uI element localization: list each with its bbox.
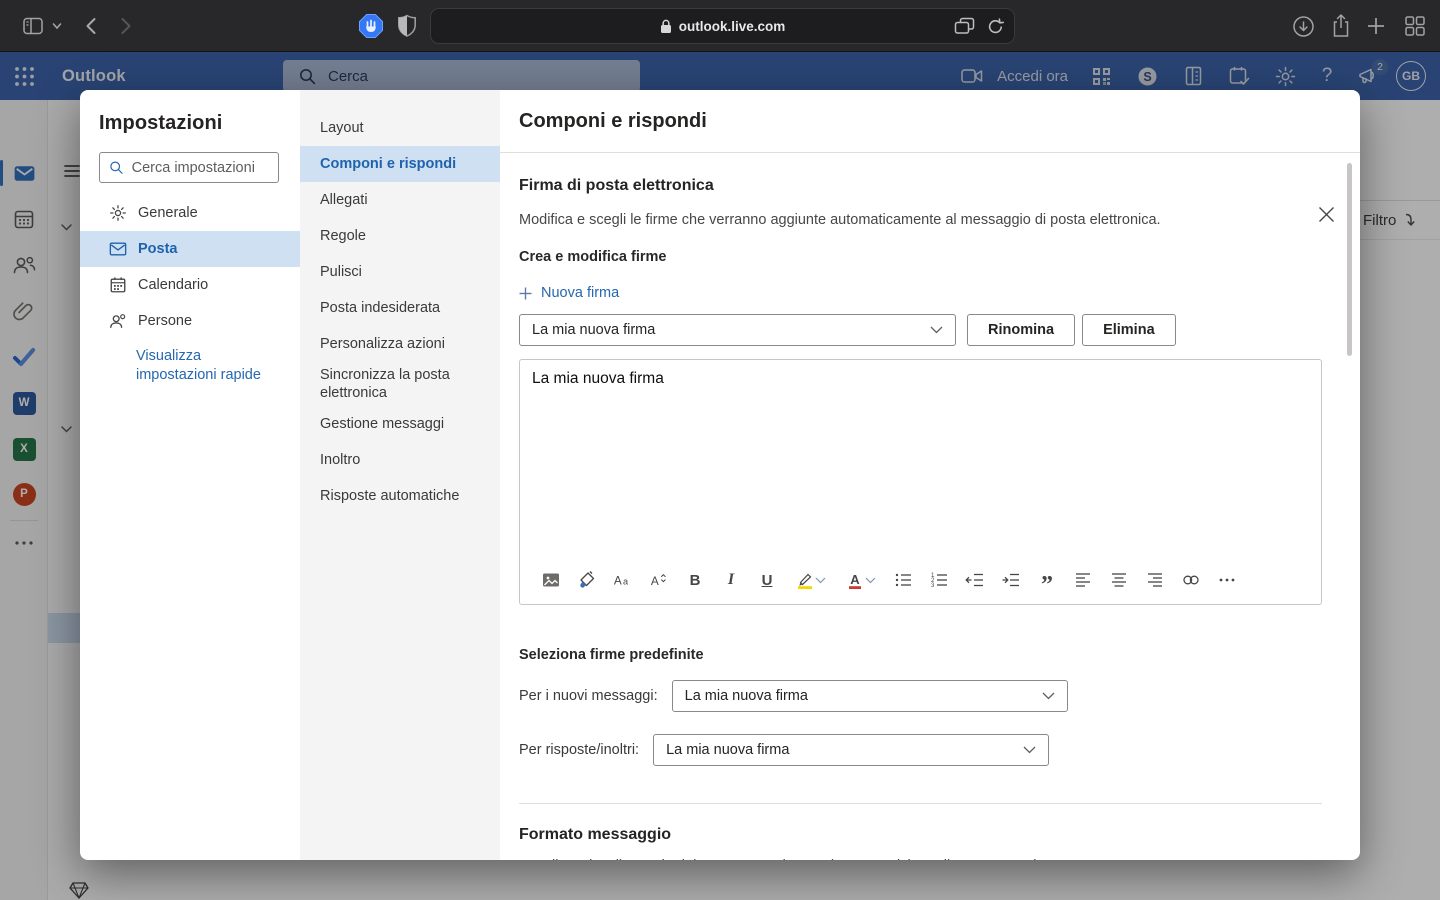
chevron-down-icon[interactable] bbox=[815, 577, 826, 584]
insert-image-icon[interactable] bbox=[541, 568, 561, 592]
gear-icon bbox=[109, 204, 127, 222]
category-allegati[interactable]: Allegati bbox=[300, 182, 500, 218]
url-text: outlook.live.com bbox=[679, 19, 786, 34]
quote-icon[interactable]: ” bbox=[1037, 568, 1057, 592]
settings-search-input[interactable] bbox=[132, 160, 270, 176]
category-pulisci[interactable]: Pulisci bbox=[300, 254, 500, 290]
message-format-heading: Formato messaggio bbox=[519, 826, 1322, 844]
replies-label: Per risposte/inoltri: bbox=[519, 742, 639, 758]
category-personalizza-azioni[interactable]: Personalizza azioni bbox=[300, 326, 500, 362]
signature-description: Modifica e scegli le firme che verranno … bbox=[519, 212, 1322, 228]
svg-text:A: A bbox=[614, 574, 622, 588]
delete-button[interactable]: Elimina bbox=[1082, 314, 1176, 346]
category-posta-indesiderata[interactable]: Posta indesiderata bbox=[300, 290, 500, 326]
new-signature-button[interactable]: Nuova firma bbox=[519, 285, 1322, 301]
pane-title: Componi e rispondi bbox=[519, 110, 707, 133]
settings-search[interactable] bbox=[99, 152, 279, 183]
category-componi-e-rispondi[interactable]: Componi e rispondi bbox=[300, 146, 500, 182]
signature-editor-text: La mia nuova firma bbox=[532, 370, 664, 388]
content-blocker-icon[interactable] bbox=[358, 13, 384, 39]
rename-button[interactable]: Rinomina bbox=[967, 314, 1075, 346]
italic-icon[interactable]: I bbox=[721, 568, 741, 592]
decrease-indent-icon[interactable] bbox=[965, 568, 985, 592]
category-inoltro[interactable]: Inoltro bbox=[300, 442, 500, 478]
plus-icon bbox=[519, 287, 532, 300]
mail-icon bbox=[109, 240, 127, 258]
sidebar-item-posta[interactable]: Posta bbox=[80, 231, 300, 267]
sidebar-item-calendario[interactable]: Calendario bbox=[80, 267, 300, 303]
browser-chrome: outlook.live.com bbox=[0, 0, 1440, 52]
format-painter-icon[interactable] bbox=[577, 568, 597, 592]
font-color-icon[interactable]: A bbox=[843, 568, 877, 592]
bulleted-list-icon[interactable] bbox=[893, 568, 913, 592]
font-size-icon[interactable]: A bbox=[649, 568, 669, 592]
message-format-description: Scegli se visualizzare le righe Da e Ccn… bbox=[519, 858, 1322, 860]
chevron-down-icon bbox=[930, 326, 943, 334]
align-right-icon[interactable] bbox=[1145, 568, 1165, 592]
align-center-icon[interactable] bbox=[1109, 568, 1129, 592]
scrollbar-thumb[interactable] bbox=[1347, 163, 1352, 356]
chevron-down-icon[interactable] bbox=[865, 577, 876, 584]
signature-heading: Firma di posta elettronica bbox=[519, 177, 1322, 195]
svg-text:A: A bbox=[651, 574, 659, 588]
tab-preview-icon[interactable] bbox=[954, 17, 975, 35]
settings-dialog: Impostazioni Generale Posta Calendario P… bbox=[80, 90, 1360, 860]
category-regole[interactable]: Regole bbox=[300, 218, 500, 254]
sidebar-toggle-icon[interactable] bbox=[22, 15, 44, 37]
section-divider bbox=[519, 803, 1322, 804]
replies-select[interactable]: La mia nuova firma bbox=[653, 734, 1049, 766]
settings-detail-pane: Componi e rispondi Firma di posta elettr… bbox=[500, 90, 1360, 860]
new-messages-select[interactable]: La mia nuova firma bbox=[672, 680, 1068, 712]
new-tab-icon[interactable] bbox=[1366, 16, 1386, 36]
category-layout[interactable]: Layout bbox=[300, 110, 500, 146]
person-icon bbox=[109, 312, 127, 330]
tab-overview-icon[interactable] bbox=[1404, 15, 1426, 37]
more-options-icon[interactable] bbox=[1217, 568, 1237, 592]
lock-icon bbox=[660, 19, 672, 34]
increase-indent-icon[interactable] bbox=[1001, 568, 1021, 592]
category-sincronizza-posta[interactable]: Sincronizza la posta elettronica bbox=[300, 362, 500, 406]
screen: outlook.live.com bbox=[0, 0, 1440, 900]
signature-editor[interactable]: La mia nuova firma Aa A B I U bbox=[519, 359, 1322, 605]
highlight-icon[interactable] bbox=[793, 568, 827, 592]
settings-category-list: Layout Componi e rispondi Allegati Regol… bbox=[300, 90, 500, 860]
shield-icon[interactable] bbox=[397, 14, 417, 38]
back-icon[interactable] bbox=[85, 17, 97, 35]
default-signatures-heading: Seleziona firme predefinite bbox=[519, 647, 1322, 663]
sidebar-item-generale[interactable]: Generale bbox=[80, 195, 300, 231]
settings-sidebar: Impostazioni Generale Posta Calendario P… bbox=[80, 90, 300, 860]
quick-settings-link[interactable]: Visualizza impostazioni rapide bbox=[136, 347, 276, 385]
reload-icon[interactable] bbox=[987, 18, 1004, 35]
numbered-list-icon[interactable]: 123 bbox=[929, 568, 949, 592]
editor-toolbar: Aa A B I U A 123 bbox=[520, 562, 1321, 598]
address-bar[interactable]: outlook.live.com bbox=[430, 8, 1015, 44]
category-gestione-messaggi[interactable]: Gestione messaggi bbox=[300, 406, 500, 442]
font-icon[interactable]: Aa bbox=[613, 568, 633, 592]
align-left-icon[interactable] bbox=[1073, 568, 1093, 592]
insert-link-icon[interactable] bbox=[1181, 568, 1201, 592]
signature-select[interactable]: La mia nuova firma bbox=[519, 314, 956, 346]
underline-icon[interactable]: U bbox=[757, 568, 777, 592]
new-messages-label: Per i nuovi messaggi: bbox=[519, 688, 658, 704]
search-icon bbox=[109, 159, 124, 176]
category-risposte-automatiche[interactable]: Risposte automatiche bbox=[300, 478, 500, 514]
calendar-icon bbox=[109, 276, 127, 294]
svg-text:a: a bbox=[623, 577, 629, 587]
svg-text:A: A bbox=[850, 572, 860, 587]
create-signatures-heading: Crea e modifica firme bbox=[519, 249, 1322, 265]
settings-title: Impostazioni bbox=[80, 112, 300, 135]
svg-text:3: 3 bbox=[931, 583, 935, 589]
bold-icon[interactable]: B bbox=[685, 568, 705, 592]
forward-icon[interactable] bbox=[120, 17, 132, 35]
chevron-down-icon bbox=[1042, 692, 1055, 700]
sidebar-item-persone[interactable]: Persone bbox=[80, 303, 300, 339]
share-icon[interactable] bbox=[1330, 13, 1352, 39]
download-icon[interactable] bbox=[1292, 15, 1315, 38]
sidebar-chevron-icon[interactable] bbox=[52, 22, 62, 30]
chevron-down-icon bbox=[1023, 746, 1036, 754]
